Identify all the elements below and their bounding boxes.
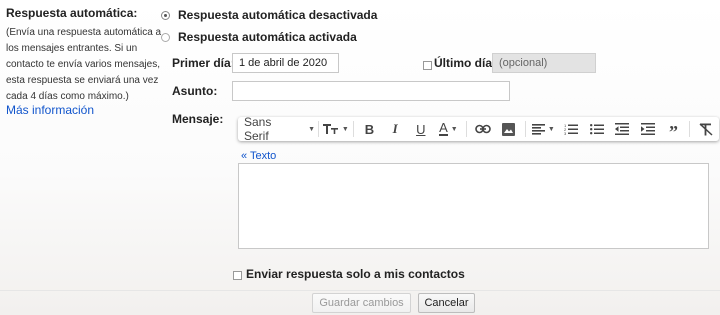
indent-more-icon[interactable] <box>635 117 661 141</box>
radio-on-icon[interactable] <box>161 32 170 42</box>
message-label: Mensaje: <box>172 112 224 126</box>
section-description: (Envía una respuesta automática a los me… <box>6 27 162 102</box>
last-day-label: Último día: <box>434 56 496 70</box>
bold-icon[interactable]: B <box>357 117 383 141</box>
radio-off-icon[interactable] <box>161 10 170 20</box>
section-title: Respuesta automática: <box>6 6 138 20</box>
last-day-checkbox[interactable] <box>423 57 432 75</box>
quote-icon[interactable]: ” <box>661 117 687 142</box>
last-day-input[interactable]: (opcional) <box>492 53 596 73</box>
text-size-icon[interactable]: ▼ <box>322 117 350 141</box>
svg-text:3: 3 <box>564 131 567 135</box>
font-family-label: Sans Serif <box>244 115 272 143</box>
formatting-toolbar: Sans Serif ▼ ▼ B I U A ▼ ▼ 123 ” <box>238 115 719 143</box>
learn-more-link[interactable]: Más información <box>6 103 94 117</box>
align-icon[interactable]: ▼ <box>528 117 558 141</box>
plain-text-link[interactable]: « Texto <box>241 150 276 162</box>
contacts-only-label: Enviar respuesta solo a mis contactos <box>246 267 465 281</box>
italic-icon[interactable]: I <box>382 117 408 141</box>
message-editor[interactable] <box>238 163 709 249</box>
subject-label: Asunto: <box>172 84 218 98</box>
subject-input[interactable] <box>232 81 510 101</box>
radio-off-label: Respuesta automática desactivada <box>178 8 378 22</box>
bulleted-list-icon[interactable] <box>584 117 610 141</box>
cancel-button[interactable]: Cancelar <box>418 293 475 313</box>
contacts-only-checkbox[interactable] <box>233 267 242 285</box>
font-family-select[interactable]: Sans Serif ▼ <box>238 115 315 143</box>
remove-formatting-icon[interactable] <box>693 117 719 141</box>
footer-divider <box>0 290 720 291</box>
save-button[interactable]: Guardar cambios <box>312 293 411 313</box>
text-color-icon[interactable]: A ▼ <box>434 117 464 141</box>
first-day-input[interactable]: 1 de abril de 2020 <box>232 53 339 73</box>
link-icon[interactable] <box>470 117 496 141</box>
radio-option-on[interactable]: Respuesta automática activada <box>161 30 357 44</box>
radio-option-off[interactable]: Respuesta automática desactivada <box>161 8 377 22</box>
first-day-label: Primer día: <box>172 56 235 70</box>
radio-on-label: Respuesta automática activada <box>178 30 357 44</box>
indent-less-icon[interactable] <box>609 117 635 141</box>
image-icon[interactable] <box>496 117 522 141</box>
numbered-list-icon[interactable]: 123 <box>558 117 584 141</box>
underline-icon[interactable]: U <box>408 117 434 141</box>
